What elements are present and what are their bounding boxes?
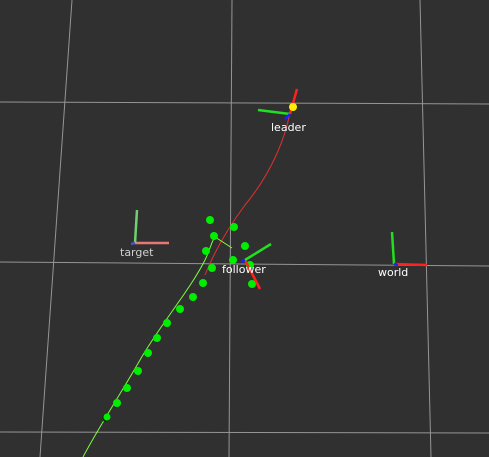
waypoint [241,242,249,250]
waypoint [134,367,142,375]
leader-y-axis [257,108,291,116]
world-frame-axes[interactable] [390,231,428,267]
waypoint [163,319,171,327]
follower-z-axis [240,258,246,264]
waypoint [123,384,131,392]
leader-label: leader [271,121,306,134]
waypoint [189,293,197,301]
waypoint [153,334,161,342]
waypoint [206,216,214,224]
target-y-axis [133,209,139,244]
waypoint [202,247,210,255]
leader-frame-axes[interactable] [257,88,299,120]
world-y-axis [390,231,396,265]
world-label: world [378,266,408,279]
grid-line [0,101,489,105]
waypoint [199,279,207,287]
follower-label: follower [222,263,266,276]
grid-line [0,431,489,434]
waypoint [208,264,216,272]
target-frame-axes[interactable] [130,209,169,246]
world-x-axis [393,262,428,267]
waypoint [113,399,121,407]
leader-path [204,111,291,276]
world-z-axis [393,262,399,267]
waypoint [103,413,111,421]
waypoint [176,305,184,313]
leader-marker [289,103,297,111]
rviz-3d-viewport[interactable]: leader target follower world [0,0,489,457]
grid [0,0,489,457]
waypoint [144,349,152,357]
waypoint [210,232,218,240]
waypoint [230,223,238,231]
grid-line [419,0,432,457]
grid-line [39,0,73,457]
target-z-axis [130,241,136,246]
scene-svg: leader target follower world [0,0,489,457]
target-label: target [120,246,154,259]
